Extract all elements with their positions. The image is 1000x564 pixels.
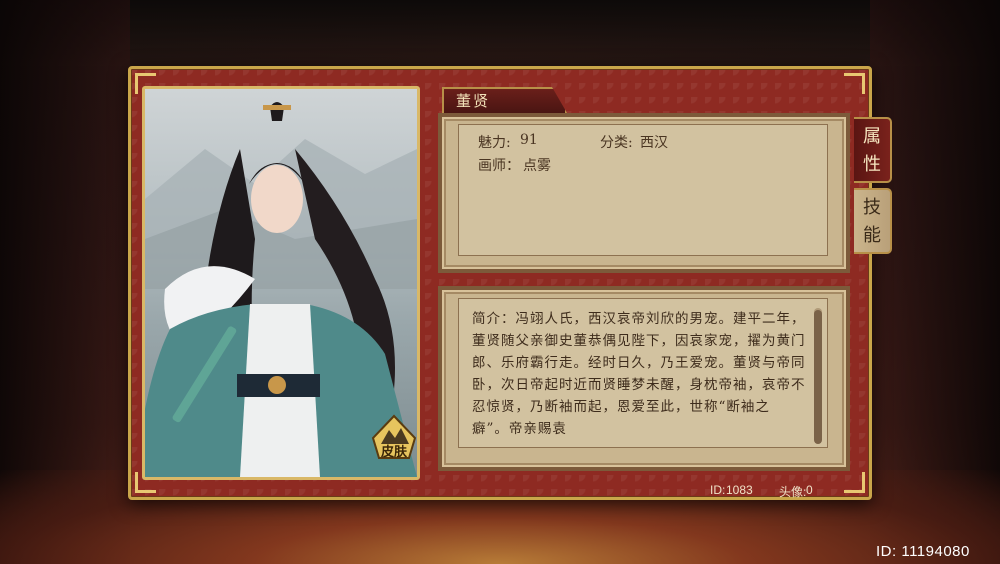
skin-button[interactable]: 皮肤	[369, 414, 419, 462]
artist-label: 画师：	[478, 158, 520, 174]
category-label: 分类:	[600, 135, 633, 151]
biography-scroll-thumb[interactable]	[814, 310, 822, 444]
tab-attributes-char-1: 属	[863, 126, 881, 147]
avatar-label: 头像:	[779, 485, 807, 499]
charm-value: 91	[520, 132, 538, 148]
tab-skills-char-1: 技	[863, 197, 881, 218]
tab-attributes[interactable]: 属 性	[854, 117, 892, 183]
panel-corner	[844, 73, 865, 94]
global-id: ID: 11194080	[876, 543, 970, 560]
character-name: 董贤	[456, 92, 491, 110]
id-value: 1083	[726, 483, 753, 497]
id-label: ID:	[710, 483, 726, 497]
tab-attributes-char-2: 性	[863, 154, 881, 175]
avatar-value: 0	[806, 483, 813, 497]
artist-value: 点雾	[523, 158, 551, 174]
panel-corner	[844, 472, 865, 493]
category-value: 西汉	[640, 135, 668, 151]
charm-label: 魅力:	[478, 135, 511, 151]
skin-button-label: 皮肤	[380, 445, 407, 460]
tab-skills-char-2: 能	[863, 225, 881, 246]
biography-text[interactable]: 简介：冯翊人氏，西汉哀帝刘欣的男宠。建平二年，董贤随父亲御史董恭偶见陛下，因哀家…	[472, 308, 806, 442]
background-top	[0, 0, 1000, 66]
tab-skills[interactable]: 技 能	[854, 188, 892, 254]
